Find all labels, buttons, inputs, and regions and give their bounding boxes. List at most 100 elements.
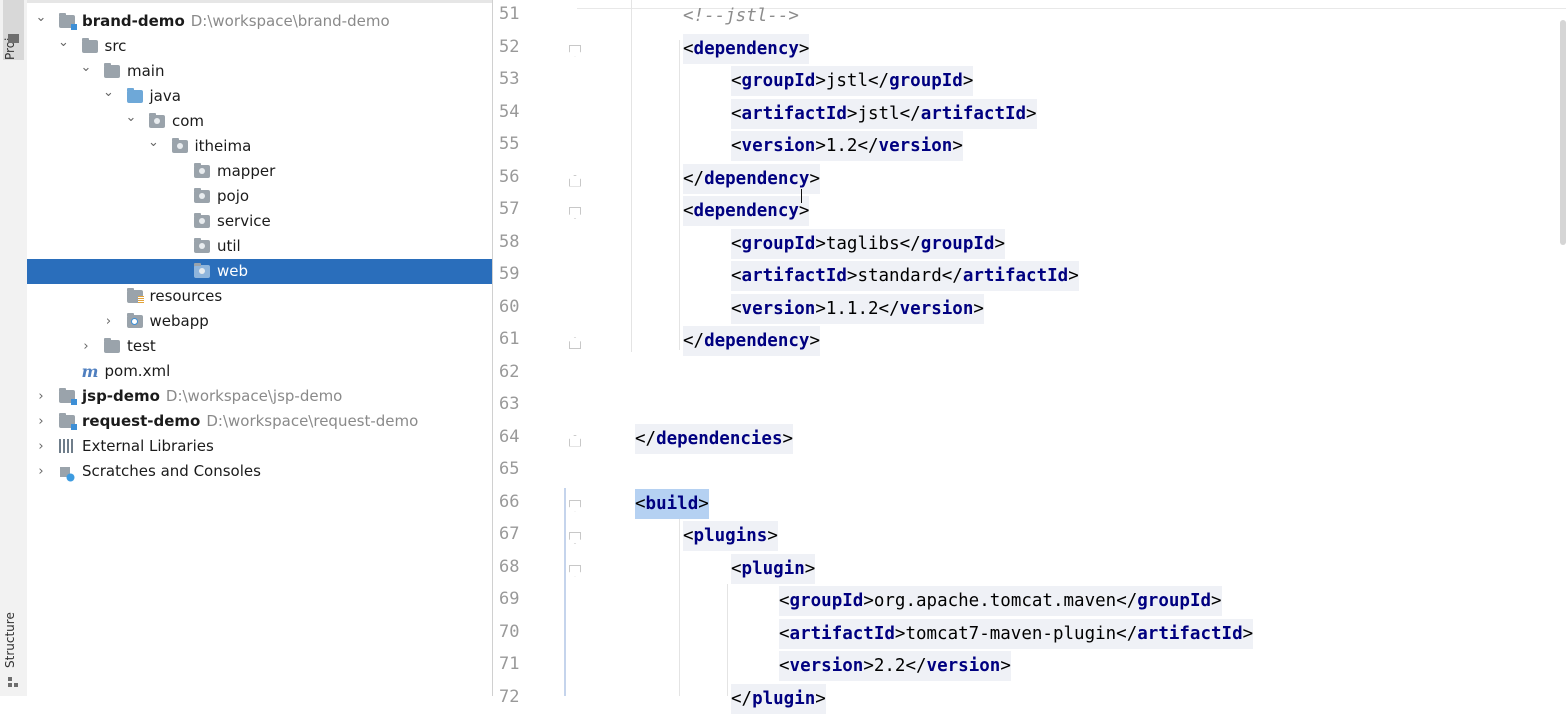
xml-tag-name: groupId: [1137, 591, 1212, 611]
chevron-right-icon[interactable]: ›: [33, 409, 49, 434]
chevron-right-icon[interactable]: ›: [101, 309, 117, 334]
line-number: 65: [499, 459, 520, 479]
xml-bracket: >: [1068, 266, 1079, 286]
xml-text: jstl: [825, 71, 869, 91]
chevron-right-icon[interactable]: ›: [33, 459, 49, 484]
tree-item[interactable]: › jsp-demo D:\workspace\jsp-demo: [27, 384, 492, 409]
tree-item[interactable]: pojo: [27, 184, 492, 209]
chevron-down-icon[interactable]: ⌄: [56, 30, 72, 55]
tree-item[interactable]: resources: [27, 284, 492, 309]
vertical-scrollbar[interactable]: [1560, 20, 1566, 245]
tree-item-label: brand-demo: [82, 12, 185, 30]
line-number: 67: [499, 524, 520, 544]
module-icon: [59, 388, 77, 405]
resources-folder-icon: [126, 288, 144, 303]
tree-item[interactable]: › External Libraries: [27, 434, 492, 459]
tree-item[interactable]: ⌄ com: [27, 109, 492, 134]
xml-bracket: </: [941, 266, 963, 286]
xml-bracket: >: [1242, 623, 1254, 644]
chevron-down-icon[interactable]: ⌄: [123, 105, 139, 130]
chevron-down-icon[interactable]: ⌄: [33, 5, 49, 30]
xml-tag-name: plugins: [693, 526, 768, 546]
indent-guide: [679, 518, 680, 696]
xml-bracket: >: [1026, 103, 1037, 124]
chevron-right-icon[interactable]: ›: [33, 434, 49, 459]
chevron-down-icon[interactable]: ⌄: [101, 80, 117, 105]
tree-item-text: service: [217, 209, 271, 234]
tree-item-text: brand-demo D:\workspace\brand-demo: [82, 9, 390, 34]
structure-icon: [8, 677, 18, 687]
tree-item[interactable]: › Scratches and Consoles: [27, 459, 492, 484]
code-line: <groupId>org.apache.tomcat.maven</groupI…: [779, 586, 1222, 616]
xml-bracket: <: [779, 591, 790, 611]
chevron-down-icon[interactable]: ⌄: [146, 130, 162, 155]
fold-expand-icon[interactable]: [569, 174, 581, 187]
tree-item-text: jsp-demo D:\workspace\jsp-demo: [82, 384, 342, 409]
xml-tag-name: plugin: [741, 558, 805, 579]
xml-bracket: <: [731, 558, 742, 579]
tree-item[interactable]: m pom.xml: [27, 359, 492, 384]
package-icon: [149, 113, 165, 128]
fold-collapse-icon[interactable]: [569, 532, 581, 544]
chevron-right-icon[interactable]: ›: [33, 384, 49, 409]
tree-item[interactable]: › webapp: [27, 309, 492, 334]
tree-item[interactable]: mapper: [27, 159, 492, 184]
xml-bracket: </: [1116, 591, 1138, 611]
xml-text: org.apache.tomcat.maven: [873, 591, 1117, 611]
fold-collapse-icon[interactable]: [569, 499, 581, 512]
tree-item[interactable]: util: [27, 234, 492, 259]
code-line: <build>: [635, 488, 709, 519]
xml-tag-name: version: [789, 656, 864, 676]
tree-item-label: service: [217, 212, 271, 230]
line-number: 55: [499, 134, 520, 154]
fold-expand-icon[interactable]: [569, 434, 581, 447]
tree-item-text: itheima: [195, 134, 252, 159]
xml-tag-name: groupId: [789, 591, 864, 611]
tree-item[interactable]: service: [27, 209, 492, 234]
xml-tag-name: artifactId: [962, 266, 1069, 286]
chevron-right-icon[interactable]: ›: [78, 334, 94, 359]
tree-item[interactable]: ⌄ itheima: [27, 134, 492, 159]
xml-bracket: >: [815, 136, 826, 156]
project-tool-tab[interactable]: Proj: [3, 0, 24, 60]
tree-item-path: D:\workspace\request-demo: [206, 412, 419, 430]
xml-tag-name: groupId: [920, 233, 995, 254]
fold-collapse-icon[interactable]: [569, 207, 581, 219]
folder-icon: [81, 38, 98, 53]
line-number: 58: [499, 231, 520, 252]
code-line: <dependency>: [683, 33, 810, 64]
fold-collapse-icon[interactable]: [569, 564, 581, 577]
tree-item[interactable]: ⌄ brand-demo D:\workspace\brand-demo: [27, 9, 492, 34]
tree-item-text: com: [172, 109, 204, 134]
fold-expand-icon[interactable]: [569, 337, 581, 349]
xml-text: 1.1.2: [825, 298, 879, 319]
text-cursor: [801, 189, 802, 203]
chevron-down-icon[interactable]: ⌄: [78, 55, 94, 80]
structure-tool-tab[interactable]: Structure: [3, 606, 24, 668]
tree-item[interactable]: › test: [27, 334, 492, 359]
xml-bracket: >: [846, 266, 858, 286]
fold-collapse-icon[interactable]: [569, 44, 581, 57]
line-number: 63: [499, 394, 520, 414]
tree-item[interactable]: ⌄ java: [27, 84, 492, 109]
xml-bracket: </: [868, 71, 890, 91]
tree-item[interactable]: › request-demo D:\workspace\request-demo: [27, 409, 492, 434]
tree-item-label: jsp-demo: [82, 387, 160, 405]
xml-bracket: <: [731, 298, 742, 319]
package-icon: [194, 163, 210, 178]
code-editor[interactable]: 51 52 53 54 55 56 57 58 59 60 61 62 63 64 65 66 67 68 69 70…: [493, 0, 1566, 714]
xml-text: 2.2: [873, 656, 906, 676]
tree-item[interactable]: ⌄ main: [27, 59, 492, 84]
xml-bracket: >: [767, 526, 778, 546]
tree-item[interactable]: web: [27, 259, 492, 284]
tree-item-text: pojo: [217, 184, 249, 209]
line-number: 54: [499, 101, 520, 122]
xml-text: taglibs: [825, 233, 900, 254]
xml-tag-name: artifactId: [741, 266, 847, 286]
tree-item[interactable]: ⌄ src: [27, 34, 492, 59]
xml-bracket: >: [962, 71, 974, 91]
xml-tag-name: artifactId: [741, 103, 847, 124]
code-line: <plugins>: [683, 521, 778, 551]
xml-tag-name: artifactId: [789, 623, 895, 644]
xml-tag-name: dependency: [704, 331, 810, 351]
